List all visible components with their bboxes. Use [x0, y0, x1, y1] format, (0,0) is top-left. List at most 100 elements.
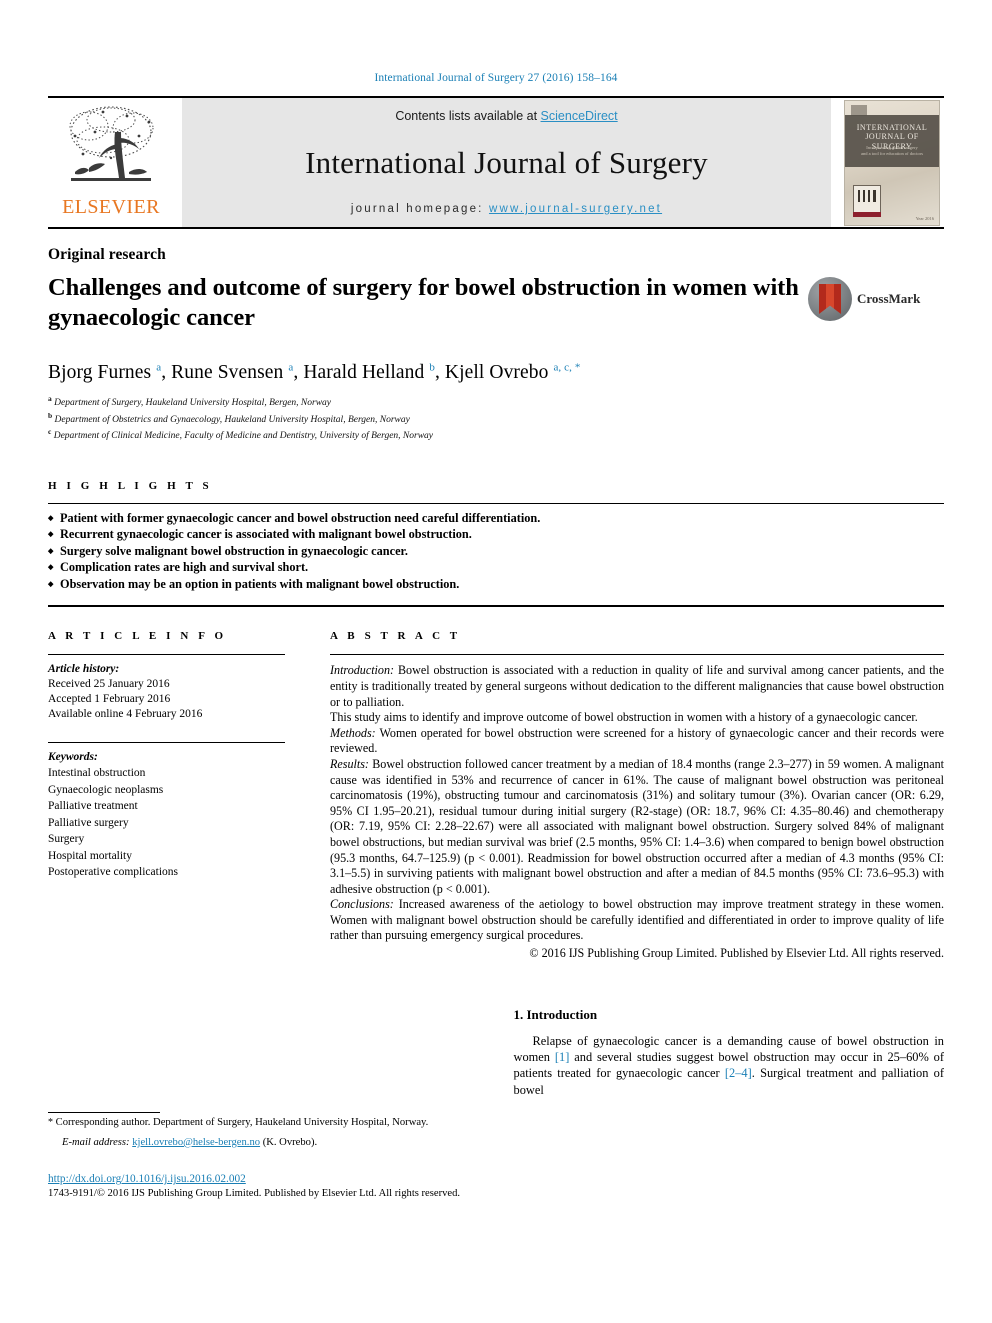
highlight-item: Recurrent gynaecologic cancer is associa…	[48, 526, 944, 543]
issn-copyright-line: 1743-9191/© 2016 IJS Publishing Group Li…	[48, 1188, 461, 1200]
journal-title: International Journal of Surgery	[305, 145, 708, 180]
cover-subtitle-line2: and a tool for education of doctors	[861, 150, 923, 156]
cover-crest-base	[853, 211, 881, 217]
affiliation-c: c Department of Clinical Medicine, Facul…	[48, 426, 944, 443]
author-affil-mark: a	[156, 361, 162, 374]
title-row: Challenges and outcome of surgery for bo…	[48, 264, 944, 349]
footnote-rule	[48, 1112, 160, 1114]
highlights-bottom-rule	[48, 605, 944, 608]
elsevier-logo: ELSEVIER	[48, 98, 174, 227]
introduction-column: 1. Introduction Relapse of gynaecologic …	[514, 1007, 945, 1201]
page-title: Challenges and outcome of surgery for bo…	[48, 274, 799, 331]
doi-line[interactable]: http://dx.doi.org/10.1016/j.ijsu.2016.02…	[48, 1172, 479, 1187]
affiliation-mark: b	[48, 410, 53, 420]
corresponding-author-text: Corresponding author. Department of Surg…	[53, 1117, 429, 1129]
abstract-conclusions: Conclusions: Increased awareness of the …	[330, 897, 944, 944]
running-head: International Journal of Surgery 27 (201…	[374, 72, 618, 84]
abstract-body: Introduction: Bowel obstruction is assoc…	[330, 663, 944, 961]
email-note: E-mail address: kjell.ovrebo@helse-berge…	[48, 1136, 479, 1150]
contents-prefix: Contents lists available at	[395, 109, 541, 123]
journal-homepage-link[interactable]: www.journal-surgery.net	[489, 203, 662, 215]
email-address-label: E-mail address:	[62, 1136, 130, 1148]
contents-available-line: Contents lists available at ScienceDirec…	[395, 109, 617, 123]
keyword-item: Intestinal obstruction	[48, 767, 146, 780]
affiliation-list: a Department of Surgery, Haukeland Unive…	[48, 393, 944, 443]
cover-crest-icon	[853, 184, 881, 213]
keywords-rule	[48, 742, 285, 744]
author-2[interactable]: Harald Helland b	[303, 361, 435, 383]
author-1[interactable]: Rune Svensen a	[171, 361, 294, 383]
abstract-methods: Methods: Women operated for bowel obstru…	[330, 726, 944, 757]
highlight-item: Surgery solve malignant bowel obstructio…	[48, 543, 944, 560]
article-type-label: Original research	[48, 246, 166, 263]
journal-cover-thumbnail[interactable]: INTERNATIONAL JOURNAL OF SURGERY Incorpo…	[840, 98, 944, 227]
elsevier-wordmark: ELSEVIER	[62, 196, 160, 218]
abstract-aim: This study aims to identify and improve …	[330, 710, 918, 725]
history-received: Received 25 January 2016	[48, 678, 170, 691]
affiliation-text: Department of Clinical Medicine, Faculty…	[53, 431, 434, 442]
introduction-paragraph: Relapse of gynaecologic cancer is a dema…	[513, 1034, 945, 1097]
author-3[interactable]: Kjell Ovrebo a, c, *	[444, 361, 581, 383]
author-list: Bjorg Furnes a, Rune Svensen a, Harald H…	[48, 361, 581, 383]
author-affil-mark: b	[429, 361, 435, 374]
journal-homepage-line: journal homepage: www.journal-surgery.ne…	[351, 203, 662, 215]
author-0[interactable]: Bjorg Furnes a	[48, 361, 162, 383]
author-name: Rune Svensen	[171, 361, 284, 383]
homepage-prefix: journal homepage:	[350, 203, 489, 215]
author-affil-mark: a	[288, 361, 294, 374]
doi-link[interactable]: http://dx.doi.org/10.1016/j.ijsu.2016.02…	[48, 1173, 246, 1185]
elsevier-tree-icon	[69, 106, 154, 181]
crossmark-icon	[808, 277, 852, 321]
abstract-label: A B S T R A C T	[330, 630, 461, 643]
abstract-conclusions-text: Increased awareness of the aetiology to …	[330, 897, 944, 943]
left-column-spacer	[48, 1007, 479, 1112]
email-link[interactable]: kjell.ovrebo@helse-bergen.no	[132, 1137, 260, 1148]
article-info-label: A R T I C L E I N F O	[48, 630, 227, 643]
affiliation-mark: a	[48, 393, 52, 403]
abstract-results-text: Bowel obstruction followed cancer treatm…	[330, 756, 944, 896]
keywords-label: Keywords:	[48, 751, 98, 764]
highlights-section: H I G H L I G H T S Patient with former …	[48, 480, 944, 608]
email-suffix: (K. Ovrebo).	[260, 1136, 318, 1148]
bottom-columns: * Corresponding author. Department of Su…	[48, 1007, 944, 1201]
article-history-label: Article history:	[48, 663, 120, 676]
keyword-item: Hospital mortality	[48, 849, 133, 862]
abstract-introduction-text: Bowel obstruction is associated with a r…	[330, 663, 944, 709]
crossmark-badge[interactable]: CrossMark	[808, 276, 920, 322]
journal-band: Contents lists available at ScienceDirec…	[182, 98, 831, 227]
journal-cover-image: INTERNATIONAL JOURNAL OF SURGERY Incorpo…	[844, 99, 940, 226]
crossmark-label: CrossMark	[857, 291, 921, 306]
article-info-section: A R T I C L E I N F O Article history: R…	[48, 630, 285, 961]
abstract-conclusions-label: Conclusions:	[330, 897, 394, 912]
cover-title-line1: INTERNATIONAL	[856, 122, 928, 132]
citation-link[interactable]: [2–4]	[725, 1066, 752, 1080]
affiliation-text: Department of Surgery, Haukeland Univers…	[54, 398, 331, 409]
abstract-copyright: © 2016 IJS Publishing Group Limited. Pub…	[529, 946, 944, 961]
history-accepted: Accepted 1 February 2016	[48, 693, 171, 706]
history-available-online: Available online 4 February 2016	[48, 708, 203, 721]
introduction-heading: 1. Introduction	[513, 1007, 598, 1023]
highlight-item: Patient with former gynaecologic cancer …	[48, 510, 944, 527]
cover-subtitle: Incorporating global surgery and a tool …	[845, 145, 939, 157]
abstract-results: Results: Bowel obstruction followed canc…	[330, 757, 944, 897]
highlight-item: Complication rates are high and survival…	[48, 559, 944, 576]
abstract-methods-text: Women operated for bowel obstruction wer…	[330, 725, 944, 756]
abstract-section: A B S T R A C T Introduction: Bowel obst…	[330, 630, 944, 961]
author-name: Harald Helland	[303, 361, 425, 383]
highlights-list: Patient with former gynaecologic cancer …	[48, 504, 944, 593]
keyword-item: Gynaecologic neoplasms	[48, 783, 164, 796]
author-name: Kjell Ovrebo	[444, 361, 549, 383]
citation-link[interactable]: [1]	[555, 1050, 569, 1064]
footer-column: * Corresponding author. Department of Su…	[48, 1007, 479, 1201]
abstract-introduction: Introduction: Bowel obstruction is assoc…	[330, 663, 944, 710]
sciencedirect-link[interactable]: ScienceDirect	[541, 109, 618, 123]
affiliation-a: a Department of Surgery, Haukeland Unive…	[48, 393, 944, 410]
info-abstract-columns: A R T I C L E I N F O Article history: R…	[48, 630, 944, 961]
highlight-item: Observation may be an option in patients…	[48, 576, 944, 593]
article-history-block: Article history: Received 25 January 201…	[48, 662, 285, 722]
affiliation-b: b Department of Obstetrics and Gynaecolo…	[48, 410, 944, 427]
keyword-item: Surgery	[48, 833, 85, 846]
author-name: Bjorg Furnes	[48, 361, 152, 383]
author-affil-mark: a, c, *	[553, 361, 581, 374]
journal-masthead: ELSEVIER Contents lists available at Sci…	[48, 96, 944, 229]
